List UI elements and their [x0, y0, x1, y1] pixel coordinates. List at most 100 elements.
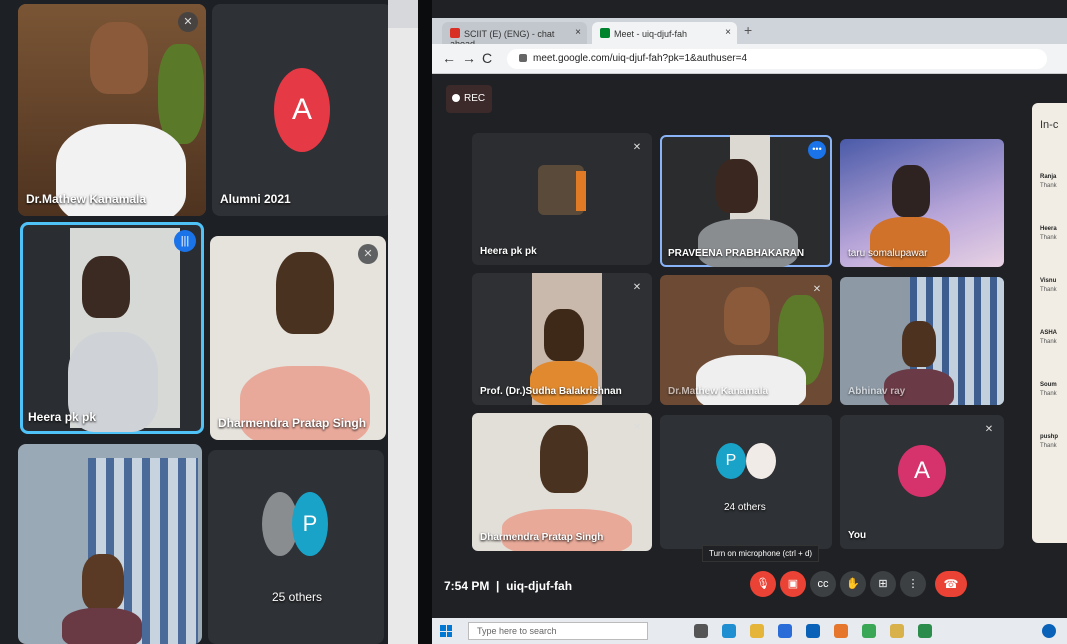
microphone-toggle-button[interactable]: 🎙 — [750, 571, 776, 597]
call-controls-bar: Turn on microphone (ctrl + d) 7:54 PM | … — [432, 545, 1067, 605]
person-head — [82, 256, 130, 318]
participant-tile: ✕ Dharmendra Pratap Singh — [210, 236, 386, 440]
person-head — [276, 252, 334, 334]
chat-message: ASHA Thank — [1040, 329, 1057, 347]
back-icon[interactable]: ← — [442, 50, 456, 66]
avatar: A — [898, 445, 946, 497]
participant-name: Alumni 2021 — [220, 192, 291, 206]
person-head — [892, 165, 930, 217]
message-text: Thank — [1040, 287, 1057, 293]
mic-off-icon: ✕ — [632, 142, 642, 153]
meeting-info: 7:54 PM | uiq-djuf-fah — [444, 579, 573, 593]
chrome-icon[interactable] — [862, 624, 876, 638]
photo-scene: ✕ Dr.Mathew Kanamala A Alumni 2021 ||| H… — [0, 0, 1067, 644]
right-monitor: SCIIT (E) (ENG) - chat ahead...× Meet - … — [432, 0, 1067, 644]
store-icon[interactable] — [778, 624, 792, 638]
app-icon[interactable] — [918, 624, 932, 638]
record-icon — [452, 94, 460, 102]
message-sender: Visnu — [1040, 278, 1057, 284]
plant — [158, 44, 204, 144]
participant-tile: Abhinav ray — [840, 277, 1004, 405]
notification-icon[interactable] — [1042, 624, 1056, 638]
new-tab-icon[interactable]: + — [744, 22, 752, 38]
close-tab-icon[interactable]: × — [725, 27, 731, 38]
file-explorer-icon[interactable] — [750, 624, 764, 638]
firefox-icon[interactable] — [834, 624, 848, 638]
message-text: Thank — [1040, 339, 1057, 345]
task-view-icon[interactable] — [694, 624, 708, 638]
mic-off-icon: ✕ — [984, 424, 994, 435]
panel-title: In-c — [1040, 119, 1059, 131]
taskbar-search-input[interactable]: Type here to search — [468, 622, 648, 640]
mic-off-icon: ✕ — [632, 282, 642, 293]
participant-tile: ✕ Dr.Mathew Kanamala — [18, 4, 206, 216]
participant-tile-active: ••• PRAVEENA PRABHAKARAN — [660, 135, 832, 267]
person-body — [62, 608, 142, 644]
avatar: P — [292, 492, 328, 556]
participant-name: Heera pk pk — [28, 410, 97, 424]
close-tab-icon[interactable]: × — [575, 27, 581, 38]
chat-panel: In-c Ranja Thank Heera Thank Visnu Thank AS… — [1032, 103, 1067, 543]
participant-name: Abhinav ray — [848, 386, 906, 397]
chat-message: Visnu Thank — [1040, 277, 1057, 295]
more-options-icon[interactable]: ••• — [808, 141, 826, 159]
leave-call-button[interactable]: ☎ — [935, 571, 967, 597]
windows-taskbar: Type here to search — [432, 618, 1067, 644]
message-sender: Soum — [1040, 382, 1057, 388]
person-head — [90, 22, 148, 94]
tab-label: Meet - uiq-djuf-fah — [614, 29, 688, 39]
mic-off-icon: ✕ — [632, 422, 642, 433]
rec-label: REC — [464, 93, 486, 104]
participant-name: Heera pk pk — [480, 246, 537, 257]
participant-tile: P 25 others — [208, 450, 384, 644]
mail-icon[interactable] — [806, 624, 820, 638]
reload-icon[interactable]: C — [482, 50, 492, 66]
person-head — [724, 287, 770, 345]
mic-off-icon: ✕ — [178, 12, 198, 32]
camera-toggle-button[interactable]: ▣ — [780, 571, 806, 597]
person-body — [698, 219, 798, 267]
message-sender: Ranja — [1040, 174, 1057, 180]
message-text: Thank — [1040, 235, 1057, 241]
raise-hand-button[interactable]: ✋ — [840, 571, 866, 597]
person-head — [544, 309, 584, 361]
participant-tile: ✕ Prof. (Dr.)Sudha Balakrishnan — [472, 273, 652, 405]
windows-start-icon[interactable] — [440, 625, 452, 637]
tab-chat[interactable]: SCIIT (E) (ENG) - chat ahead...× — [442, 22, 587, 49]
participant-name: taru somalupawar — [848, 248, 928, 259]
avatar: P — [716, 443, 746, 479]
captions-button[interactable]: cc — [810, 571, 836, 597]
message-sender: Heera — [1040, 226, 1057, 232]
chat-message: pushp Thank — [1040, 433, 1058, 451]
present-button[interactable]: ⊞ — [870, 571, 896, 597]
left-monitor: ✕ Dr.Mathew Kanamala A Alumni 2021 ||| H… — [0, 0, 400, 644]
avatar: A — [274, 68, 330, 152]
meet-window: REC ✕ Heera pk pk ••• PRAVEENA PRABHAKAR… — [432, 75, 1067, 620]
participant-name: Dharmendra Pratap Singh — [480, 532, 604, 543]
tab-favicon-icon — [450, 28, 460, 38]
tab-bar: SCIIT (E) (ENG) - chat ahead...× Meet - … — [432, 18, 1067, 49]
person-head — [716, 159, 758, 213]
participant-count: 24 others — [724, 502, 766, 513]
person-head — [902, 321, 936, 367]
message-sender: ASHA — [1040, 330, 1058, 336]
mic-off-icon: ✕ — [812, 284, 822, 295]
edge-icon[interactable] — [722, 624, 736, 638]
lock-icon — [519, 54, 527, 62]
participant-name: Dharmendra Pratap Singh — [218, 416, 367, 430]
address-bar: ← → C meet.google.com/uiq-djuf-fah?pk=1&… — [432, 44, 1067, 74]
meeting-code: uiq-djuf-fah — [506, 579, 573, 593]
chat-message: Heera Thank — [1040, 225, 1057, 243]
forward-icon[interactable]: → — [462, 50, 476, 66]
participant-name: Prof. (Dr.)Sudha Balakrishnan — [480, 386, 622, 397]
chat-message: Soum Thank — [1040, 381, 1057, 399]
participant-tile: ✕ Dr.Mathew Kanamala — [660, 275, 832, 405]
participant-tile: A Alumni 2021 — [212, 4, 392, 216]
avatar-photo — [746, 443, 776, 479]
url-input[interactable]: meet.google.com/uiq-djuf-fah?pk=1&authus… — [507, 49, 1047, 69]
more-options-button[interactable]: ⋮ — [900, 571, 926, 597]
orange-stripe — [576, 171, 586, 211]
app-icon[interactable] — [890, 624, 904, 638]
message-text: Thank — [1040, 443, 1057, 449]
tab-meet[interactable]: Meet - uiq-djuf-fah × — [592, 22, 737, 44]
